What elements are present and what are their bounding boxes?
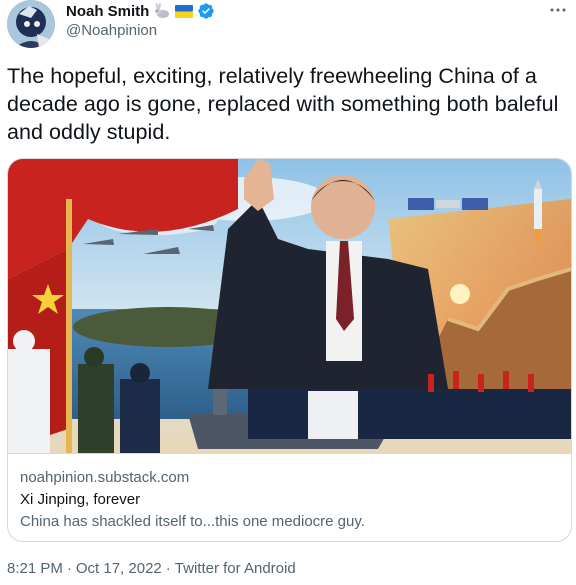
more-dots-icon	[550, 8, 566, 12]
tweet-text: The hopeful, exciting, relatively freewh…	[7, 64, 559, 144]
avatar-image	[7, 0, 55, 48]
card-title: Xi Jinping, forever	[20, 491, 141, 508]
tweet: Noah Smith @Noahpinion The hopeful, exci…	[0, 0, 576, 585]
more-options-button[interactable]	[548, 0, 568, 20]
meta-separator: ·	[165, 560, 171, 577]
display-name[interactable]: Noah Smith	[66, 3, 149, 20]
card-divider	[8, 453, 571, 454]
card-image	[8, 159, 571, 453]
author-block: Noah Smith @Noahpinion	[66, 1, 215, 39]
link-card[interactable]: noahpinion.substack.com Xi Jinping, fore…	[7, 158, 572, 542]
tweet-date[interactable]: Oct 17, 2022	[76, 560, 162, 577]
ukraine-flag-emoji-icon	[175, 4, 194, 18]
name-row: Noah Smith	[66, 1, 215, 21]
rabbit-emoji-icon	[153, 3, 171, 19]
meta-separator: ·	[66, 560, 72, 577]
card-description: China has shackled itself to...this one …	[20, 513, 365, 530]
tweet-meta: 8:21 PM · Oct 17, 2022 · Twitter for And…	[7, 560, 296, 577]
verified-badge-icon[interactable]	[197, 2, 215, 20]
handle[interactable]: @Noahpinion	[66, 22, 215, 39]
avatar[interactable]	[7, 0, 55, 48]
card-domain: noahpinion.substack.com	[20, 469, 190, 486]
tweet-time[interactable]: 8:21 PM	[7, 560, 63, 577]
tweet-source[interactable]: Twitter for Android	[175, 560, 296, 577]
